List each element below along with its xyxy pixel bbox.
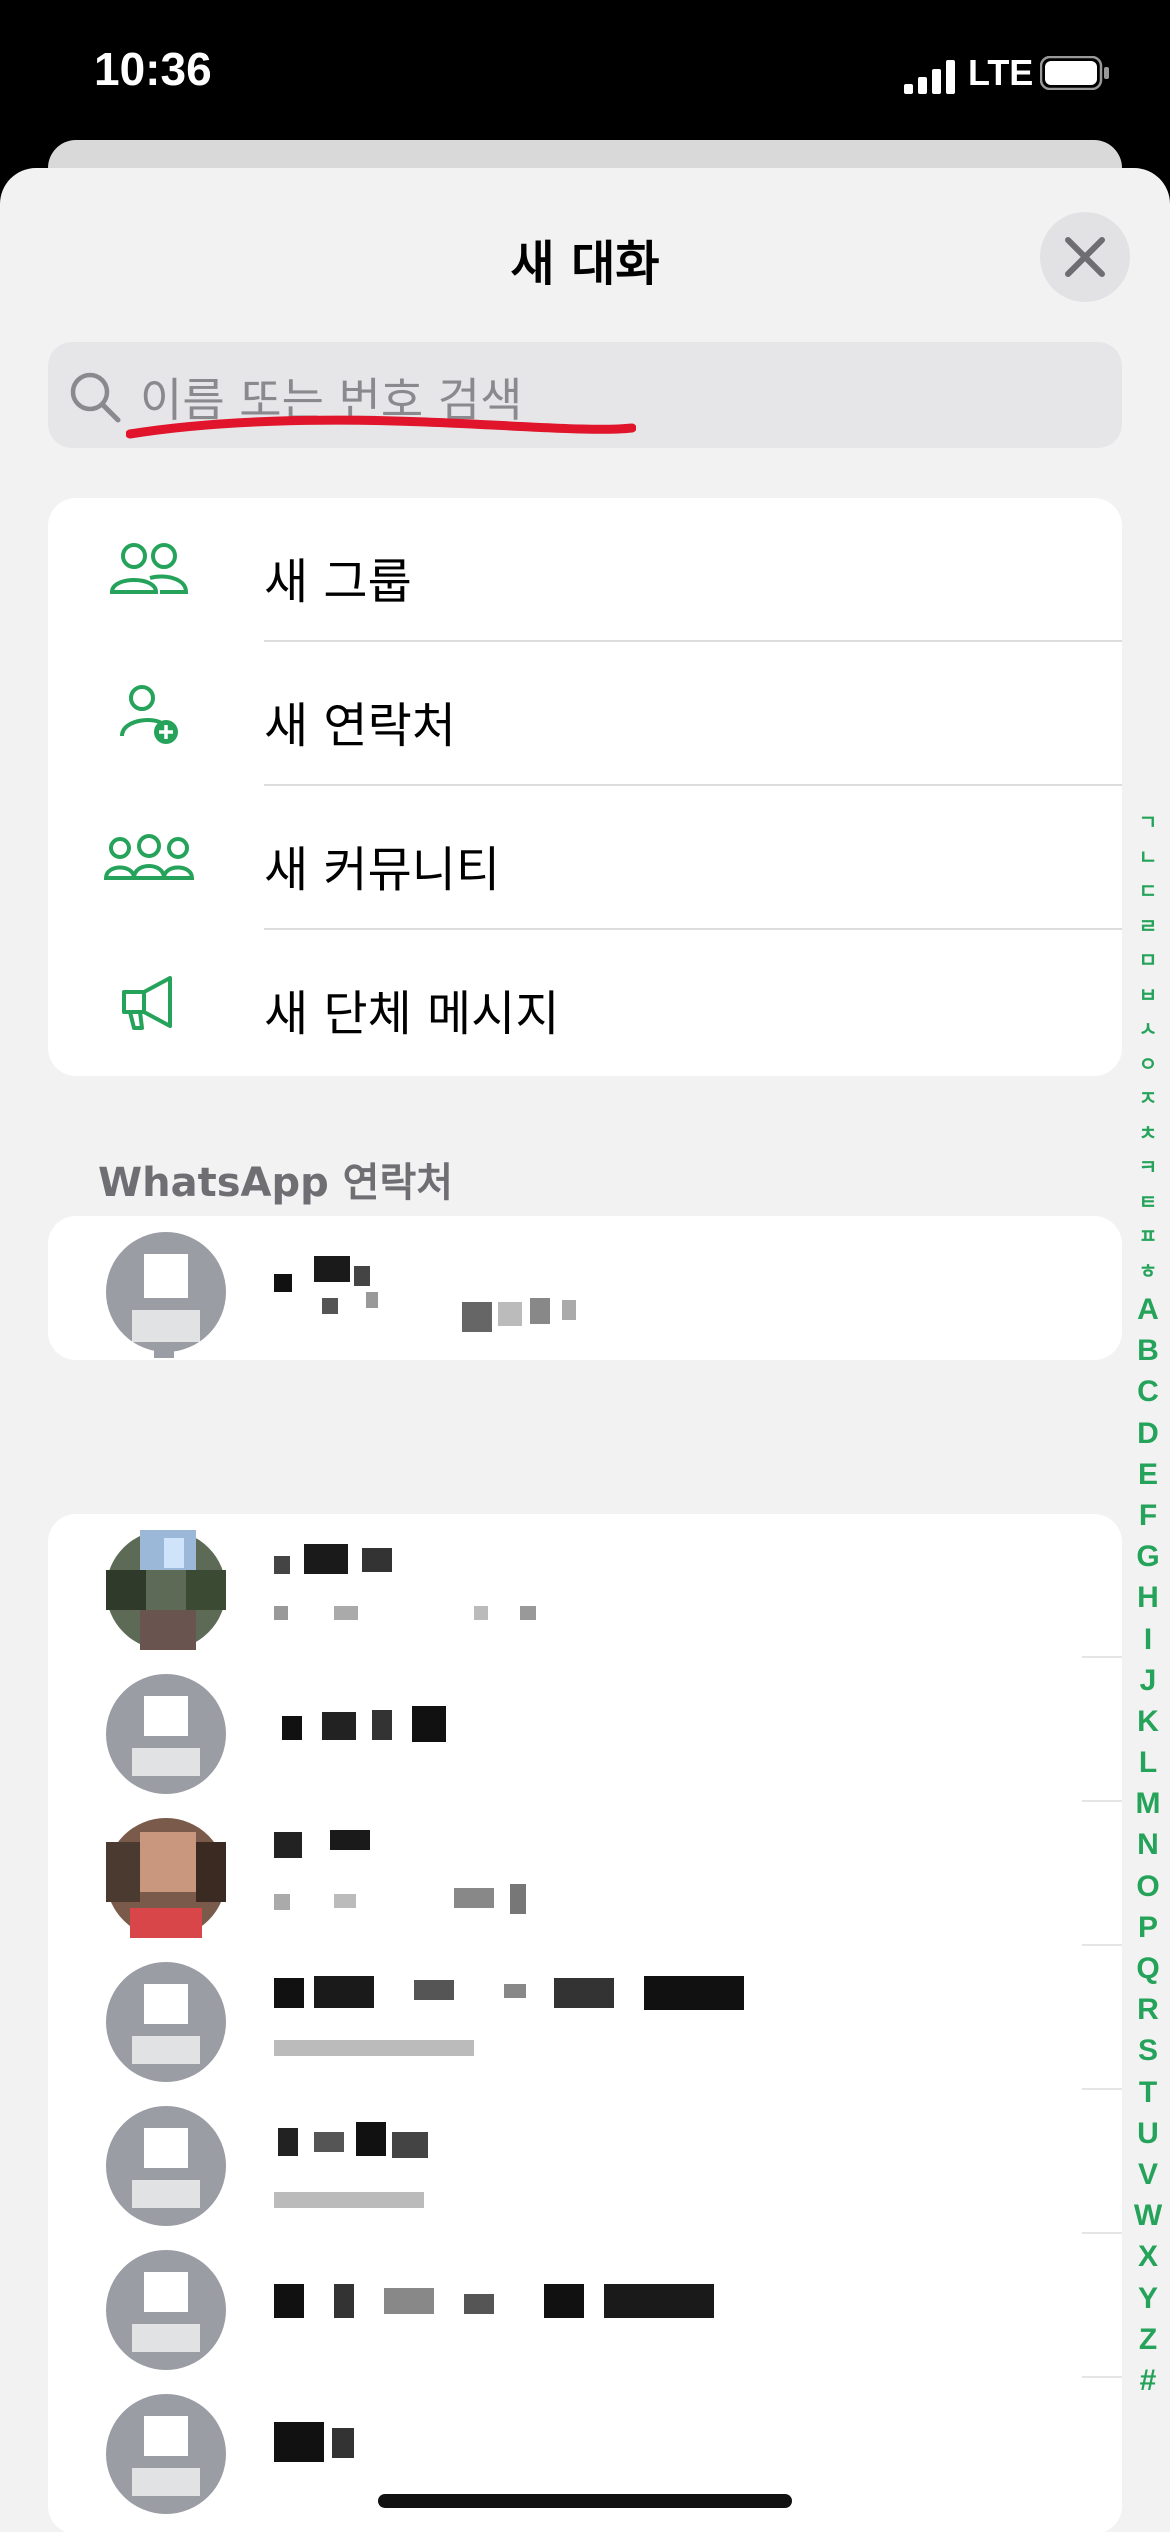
default-avatar-icon xyxy=(106,1962,226,2082)
index-letter[interactable]: H xyxy=(1128,1577,1168,1618)
default-avatar-icon xyxy=(106,2250,226,2370)
contact-row[interactable] xyxy=(48,1946,1122,2090)
action-label: 새 단체 메시지 xyxy=(264,986,560,1042)
index-letter[interactable]: ㅋ xyxy=(1128,1151,1168,1186)
index-letter[interactable]: D xyxy=(1128,1413,1168,1454)
close-button[interactable] xyxy=(1040,212,1130,302)
index-letter[interactable]: A xyxy=(1128,1289,1168,1330)
index-letter[interactable]: P xyxy=(1128,1907,1168,1948)
index-letter[interactable]: F xyxy=(1128,1495,1168,1536)
index-letter[interactable]: ㅇ xyxy=(1128,1048,1168,1083)
new-broadcast-item[interactable]: 새 단체 메시지 xyxy=(48,930,1122,1074)
index-letter[interactable]: Q xyxy=(1128,1948,1168,1989)
red-annotation-underline xyxy=(126,415,636,439)
sheet-title: 새 대화 xyxy=(510,236,660,292)
index-letter[interactable]: ㄴ xyxy=(1128,841,1168,876)
index-letter[interactable]: I xyxy=(1128,1619,1168,1660)
index-letter[interactable]: K xyxy=(1128,1701,1168,1742)
contacts-section-header: WhatsApp 연락처 xyxy=(98,1160,454,1206)
network-type: LTE xyxy=(968,52,1034,93)
index-letter[interactable]: V xyxy=(1128,2154,1168,2195)
index-letter[interactable]: T xyxy=(1128,2072,1168,2113)
contact-photo-avatar xyxy=(106,1530,226,1650)
index-letter[interactable]: ㅍ xyxy=(1128,1220,1168,1255)
default-avatar-icon xyxy=(106,2106,226,2226)
index-letter[interactable]: E xyxy=(1128,1454,1168,1495)
cellular-signal-icon xyxy=(904,60,955,94)
index-letter[interactable]: ㄱ xyxy=(1128,806,1168,841)
action-label: 새 연락처 xyxy=(264,698,456,754)
index-letter[interactable]: ㅈ xyxy=(1128,1082,1168,1117)
search-icon xyxy=(70,372,121,423)
default-avatar-icon xyxy=(106,1674,226,1794)
alphabet-index-bar[interactable]: ㄱㄴㄷㄹㅁㅂㅅㅇㅈㅊㅋㅌㅍㅎABCDEFGHIJKLMNOPQRSTUVWXYZ… xyxy=(1128,806,1168,2401)
index-letter[interactable]: ㅅ xyxy=(1128,1013,1168,1048)
contact-row[interactable] xyxy=(48,1802,1122,1946)
battery-icon xyxy=(1040,56,1109,90)
default-avatar-icon xyxy=(106,1232,226,1358)
index-letter[interactable]: L xyxy=(1128,1742,1168,1783)
community-icon xyxy=(104,834,194,880)
new-chat-sheet: 새 대화 이름 또는 번호 검색 새 그룹 새 연락처 새 커뮤니티 새 단체 … xyxy=(0,168,1170,2532)
index-letter[interactable]: O xyxy=(1128,1866,1168,1907)
index-letter[interactable]: Z xyxy=(1128,2319,1168,2360)
add-contact-icon xyxy=(120,685,178,744)
index-letter[interactable]: N xyxy=(1128,1824,1168,1865)
default-avatar-icon xyxy=(106,2394,226,2514)
group-icon xyxy=(109,543,189,594)
index-letter[interactable]: C xyxy=(1128,1371,1168,1412)
close-icon xyxy=(1065,237,1105,277)
contact-card-first xyxy=(48,1216,1122,1360)
index-letter[interactable]: ㅂ xyxy=(1128,979,1168,1014)
new-group-item[interactable]: 새 그룹 xyxy=(48,498,1122,642)
index-letter[interactable]: M xyxy=(1128,1783,1168,1824)
status-bar: 10:36 LTE xyxy=(0,0,1170,150)
new-contact-item[interactable]: 새 연락처 xyxy=(48,642,1122,786)
contact-row[interactable] xyxy=(48,1514,1122,1658)
index-letter[interactable]: R xyxy=(1128,1989,1168,2030)
contact-row[interactable] xyxy=(48,2090,1122,2234)
index-letter[interactable]: ㅊ xyxy=(1128,1117,1168,1152)
contact-row[interactable] xyxy=(48,2234,1122,2378)
new-community-item[interactable]: 새 커뮤니티 xyxy=(48,786,1122,930)
index-letter[interactable]: ㅁ xyxy=(1128,944,1168,979)
index-letter[interactable]: ㅌ xyxy=(1128,1186,1168,1221)
index-letter[interactable]: ㅎ xyxy=(1128,1255,1168,1290)
index-letter[interactable]: B xyxy=(1128,1330,1168,1371)
index-letter[interactable]: ㄹ xyxy=(1128,910,1168,945)
action-label: 새 그룹 xyxy=(264,554,412,610)
status-time: 10:36 xyxy=(94,43,212,95)
contact-photo-avatar xyxy=(106,1818,226,1938)
index-letter[interactable]: U xyxy=(1128,2113,1168,2154)
contact-row[interactable] xyxy=(48,1658,1122,1802)
index-letter[interactable]: X xyxy=(1128,2236,1168,2277)
action-label: 새 커뮤니티 xyxy=(264,842,501,898)
action-list: 새 그룹 새 연락처 새 커뮤니티 새 단체 메시지 xyxy=(48,498,1122,1076)
index-letter[interactable]: J xyxy=(1128,1660,1168,1701)
index-letter[interactable]: Y xyxy=(1128,2278,1168,2319)
index-letter[interactable]: ㄷ xyxy=(1128,875,1168,910)
index-letter[interactable]: G xyxy=(1128,1536,1168,1577)
index-letter[interactable]: W xyxy=(1128,2195,1168,2236)
contact-row[interactable] xyxy=(48,1216,1122,1360)
home-indicator xyxy=(378,2494,792,2508)
broadcast-icon xyxy=(122,976,172,1030)
index-letter[interactable]: # xyxy=(1128,2360,1168,2401)
contact-list xyxy=(48,1514,1122,2532)
index-letter[interactable]: S xyxy=(1128,2030,1168,2071)
